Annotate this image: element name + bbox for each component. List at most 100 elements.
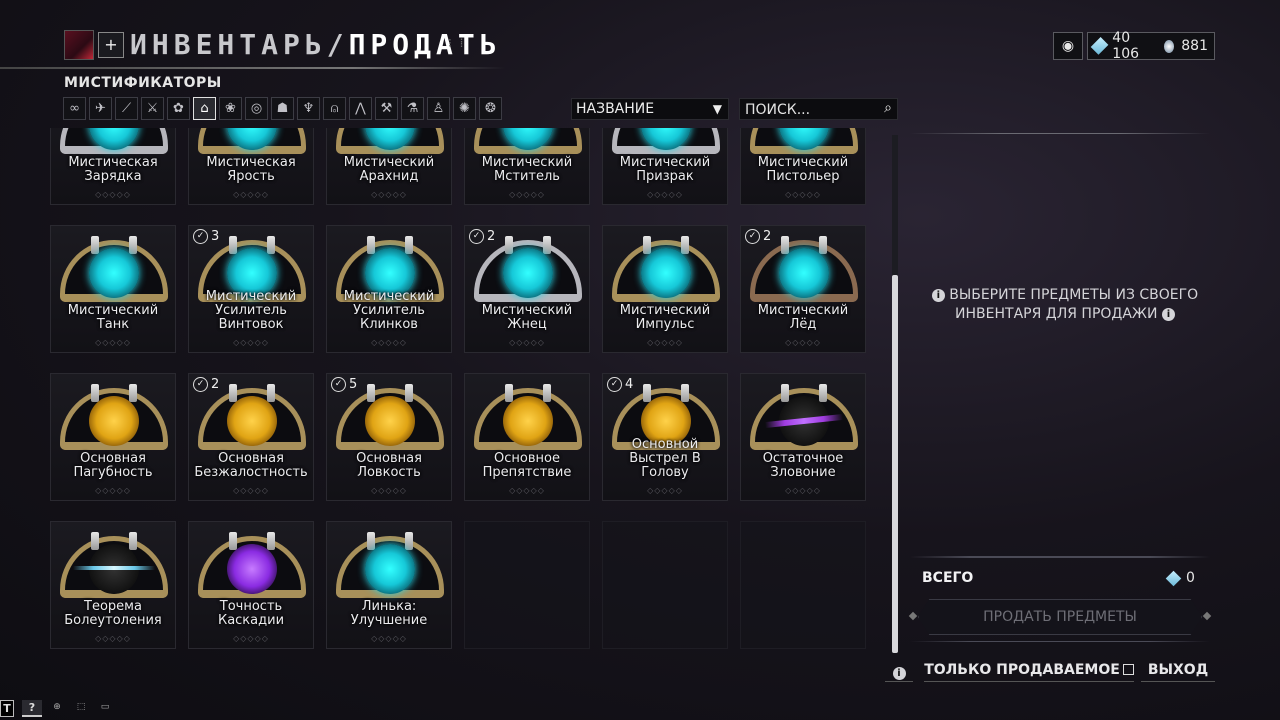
checkbox-icon[interactable]	[1122, 664, 1134, 675]
search-input[interactable]	[740, 100, 868, 120]
arcane-card[interactable]: ✓ 2 Мистический Лёд ◇◇◇◇◇	[740, 225, 866, 353]
arcane-card[interactable]: Точность Каскадии ◇◇◇◇◇	[188, 521, 314, 649]
rank-pips: ◇◇◇◇◇	[785, 190, 821, 199]
frame-knob	[267, 532, 275, 550]
title-inventory: ИНВЕНТАРЬ/	[130, 28, 349, 61]
zaw-icon[interactable]: ⚒	[375, 97, 398, 120]
rank-pips: ◇◇◇◇◇	[95, 338, 131, 347]
lens-icon[interactable]: ♙	[427, 97, 450, 120]
arcane-icon[interactable]: ◎	[245, 97, 268, 120]
kitgun-icon[interactable]: ⚗	[401, 97, 424, 120]
primary-icon[interactable]: ⟋	[115, 97, 138, 120]
arcane-card[interactable]: Мистический Пистольер ◇◇◇◇◇	[740, 128, 866, 205]
hint-line1: ВЫБЕРИТЕ ПРЕДМЕТЫ ИЗ СВОЕГО	[949, 287, 1199, 303]
frame-knob	[229, 532, 237, 550]
companion-icon[interactable]: ☗	[271, 97, 294, 120]
arcane-name: Основная Ловкость	[356, 451, 422, 480]
header-divider	[0, 67, 505, 69]
filter-bar: ∞ ✈ ⟋ ⚔ ✿ ⌂ ❀ ◎ ☗ ♆ ⍝ ⋀ ⚒ ⚗ ♙ ✺ ❂	[63, 97, 502, 120]
arcane-emblem-icon	[641, 248, 691, 298]
misc-icon[interactable]: ❂	[479, 97, 502, 120]
arcane-card[interactable]: Мистический Призрак ◇◇◇◇◇	[602, 128, 728, 205]
exit-button[interactable]: ВЫХОД	[1141, 662, 1215, 682]
arcane-card[interactable]: Теорема Болеутоления ◇◇◇◇◇	[50, 521, 176, 649]
arcane-name: Основная Пагубность	[73, 451, 153, 480]
only-sellable-toggle[interactable]: ТОЛЬКО ПРОДАВАЕМОЕ	[924, 662, 1134, 682]
only-sellable-label: ТОЛЬКО ПРОДАВАЕМОЕ	[924, 662, 1120, 678]
frame-knob	[543, 384, 551, 402]
frame-knob	[367, 384, 375, 402]
arcane-card[interactable]: Мистический Импульс ◇◇◇◇◇	[602, 225, 728, 353]
owned-count: 5	[349, 377, 358, 392]
frame-knob	[129, 236, 137, 254]
arcane-name: Линька: Улучшение	[350, 599, 428, 628]
arcane-card[interactable]: Остаточное Зловоние ◇◇◇◇◇	[740, 373, 866, 501]
expand-icon[interactable]: ⬚	[74, 700, 88, 717]
arcane-card[interactable]: Мистический Танк ◇◇◇◇◇	[50, 225, 176, 353]
owned-count: 2	[211, 377, 220, 392]
zoom-icon[interactable]: ⊕	[50, 700, 64, 717]
arcane-emblem-icon	[73, 544, 155, 594]
arcane-name: Мистический Импульс	[619, 303, 711, 332]
arcane-card[interactable]: ✓ 2 Мистический Жнец ◇◇◇◇◇	[464, 225, 590, 353]
title-decoration: ⁝ ⁞	[448, 36, 466, 50]
relic-icon[interactable]: ❀	[219, 97, 242, 120]
melee-icon[interactable]: ✿	[167, 97, 190, 120]
item-grid: Мистическая Зарядка ◇◇◇◇◇ Мистическая Ярос…	[50, 128, 866, 649]
arcane-card[interactable]: ✓ 2 Основная Безжалостность ◇◇◇◇◇	[188, 373, 314, 501]
arcane-card[interactable]: ✓ 5 Основная Ловкость ◇◇◇◇◇	[326, 373, 452, 501]
sentinel-icon[interactable]: ⍝	[323, 97, 346, 120]
scrollbar-thumb[interactable]	[892, 275, 898, 653]
arcane-name: Мистический Танк	[67, 303, 159, 332]
info-button[interactable]: i	[885, 662, 913, 682]
arcane-card[interactable]: Мистический Мститель ◇◇◇◇◇	[464, 128, 590, 205]
owned-count: 3	[211, 229, 220, 244]
arcane-card[interactable]: Мистический Усилитель Клинков ◇◇◇◇◇	[326, 225, 452, 353]
rank-pips: ◇◇◇◇◇	[95, 634, 131, 643]
arcane-card[interactable]: ✓ 4 Основной Выстрел В Голову ◇◇◇◇◇	[602, 373, 728, 501]
info-icon[interactable]: i	[1161, 308, 1175, 321]
sort-dropdown[interactable]: НАЗВАНИЕ ▼	[571, 98, 729, 120]
arcane-card[interactable]: Основная Пагубность ◇◇◇◇◇	[50, 373, 176, 501]
arcane-card[interactable]: Мистическая Зарядка ◇◇◇◇◇	[50, 128, 176, 205]
platinum-icon	[1165, 570, 1182, 586]
player-avatar[interactable]	[64, 30, 94, 60]
arcane-emblem-icon	[779, 248, 829, 298]
arcane-card[interactable]: Основное Препятствие ◇◇◇◇◇	[464, 373, 590, 501]
chat-toggle-button[interactable]: T	[0, 700, 14, 717]
arcane-name: Точность Каскадии	[217, 599, 285, 628]
rank-pips: ◇◇◇◇◇	[785, 338, 821, 347]
arcane-emblem-icon	[503, 248, 553, 298]
visibility-toggle-button[interactable]: ◉	[1053, 32, 1083, 60]
sell-items-button[interactable]: ПРОДАТЬ ПРЕДМЕТЫ	[918, 599, 1202, 635]
mods-icon[interactable]: ⌂	[193, 97, 216, 120]
resource-icon[interactable]: ✺	[453, 97, 476, 120]
secondary-icon[interactable]: ⚔	[141, 97, 164, 120]
frame-knob	[229, 236, 237, 254]
arcane-emblem-icon	[779, 396, 829, 446]
arcane-card[interactable]: Линька: Улучшение ◇◇◇◇◇	[326, 521, 452, 649]
arcane-emblem-icon	[227, 544, 277, 594]
owned-count-badge: ✓ 2	[745, 229, 771, 244]
archwing-icon[interactable]: ♆	[297, 97, 320, 120]
infinity-icon[interactable]: ∞	[63, 97, 86, 120]
window-icon[interactable]: ▭	[98, 700, 112, 717]
help-button[interactable]: ?	[22, 700, 42, 717]
frame-knob	[229, 384, 237, 402]
amp-icon[interactable]: ⋀	[349, 97, 372, 120]
title-sell: ПРОДАТЬ	[348, 28, 502, 61]
arcane-emblem-icon	[503, 396, 553, 446]
arcane-name: Основной Выстрел В Голову	[629, 437, 701, 480]
add-button[interactable]: +	[98, 32, 124, 58]
hint-line2: ИНВЕНТАРЯ ДЛЯ ПРОДАЖИ	[955, 306, 1158, 322]
rank-pips: ◇◇◇◇◇	[233, 634, 269, 643]
arcane-card[interactable]: Мистическая Ярость ◇◇◇◇◇	[188, 128, 314, 205]
check-icon: ✓	[607, 377, 622, 392]
search-icon[interactable]: ⌕	[884, 100, 892, 116]
arcane-card[interactable]: Мистический Арахнид ◇◇◇◇◇	[326, 128, 452, 205]
warframe-icon[interactable]: ✈	[89, 97, 112, 120]
arcane-emblem-icon	[89, 248, 139, 298]
arcane-card[interactable]: ✓ 3 Мистический Усилитель Винтовок ◇◇◇◇◇	[188, 225, 314, 353]
frame-knob	[91, 384, 99, 402]
frame-knob	[505, 384, 513, 402]
